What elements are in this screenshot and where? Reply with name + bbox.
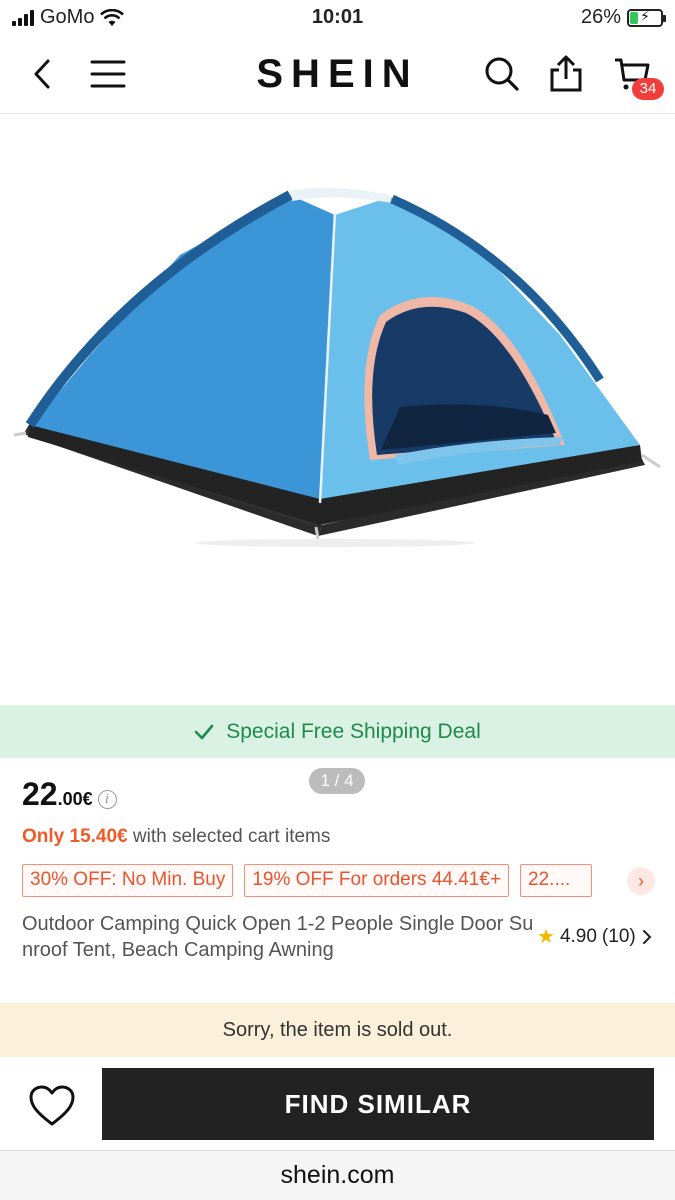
image-pager: 1 / 4	[309, 768, 365, 794]
sold-out-notice: Sorry, the item is sold out.	[0, 1003, 675, 1057]
promo-price: Only 15.40€	[22, 826, 128, 847]
coupon-tag[interactable]: 30% OFF: No Min. Buy	[22, 864, 234, 897]
wishlist-heart-icon[interactable]	[22, 1078, 82, 1134]
product-rating[interactable]: ★ 4.90 (10)	[537, 924, 653, 949]
share-icon[interactable]	[546, 54, 586, 94]
battery-icon: ⚡	[627, 7, 666, 27]
battery-percent: 26%	[580, 6, 621, 28]
promo-text: with selected cart items	[127, 826, 331, 847]
price-integer: 22	[22, 776, 58, 812]
checkmark-icon	[194, 724, 214, 739]
clock: 10:01	[311, 6, 364, 28]
find-similar-button[interactable]: FIND SIMILAR	[102, 1068, 654, 1140]
shipping-text: Special Free Shipping Deal	[226, 719, 481, 743]
status-bar: GoMo 10:01 26% ⚡	[0, 0, 675, 38]
chevron-right-icon	[642, 929, 652, 944]
coupon-tag[interactable]: 19% OFF For orders 44.41€+	[244, 864, 510, 897]
browser-url-bar[interactable]: shein.com	[0, 1150, 675, 1200]
tent-image	[13, 187, 661, 547]
cart-promo-line: Only 15.40€ with selected cart items	[22, 826, 330, 848]
product-image-gallery[interactable]: 1 / 4	[0, 115, 675, 794]
star-icon: ★	[537, 926, 555, 948]
info-icon[interactable]: i	[97, 790, 117, 809]
coupon-tag[interactable]: 22....	[520, 864, 593, 897]
price: 22 .00€ i	[22, 776, 117, 813]
coupon-row: 30% OFF: No Min. Buy 19% OFF For orders …	[22, 864, 593, 897]
free-shipping-banner[interactable]: Special Free Shipping Deal	[0, 705, 675, 758]
chevron-right-icon[interactable]: ›	[627, 867, 655, 895]
product-title: Outdoor Camping Quick Open 1-2 People Si…	[22, 913, 534, 961]
rating-value: 4.90	[559, 925, 597, 947]
search-icon[interactable]	[482, 54, 522, 94]
review-count: (10)	[601, 925, 636, 947]
cart-count-badge: 34	[632, 78, 664, 100]
charging-icon: ⚡	[640, 7, 650, 24]
top-navbar: SHEIN 34	[0, 38, 675, 114]
price-decimal: .00€	[57, 789, 93, 809]
